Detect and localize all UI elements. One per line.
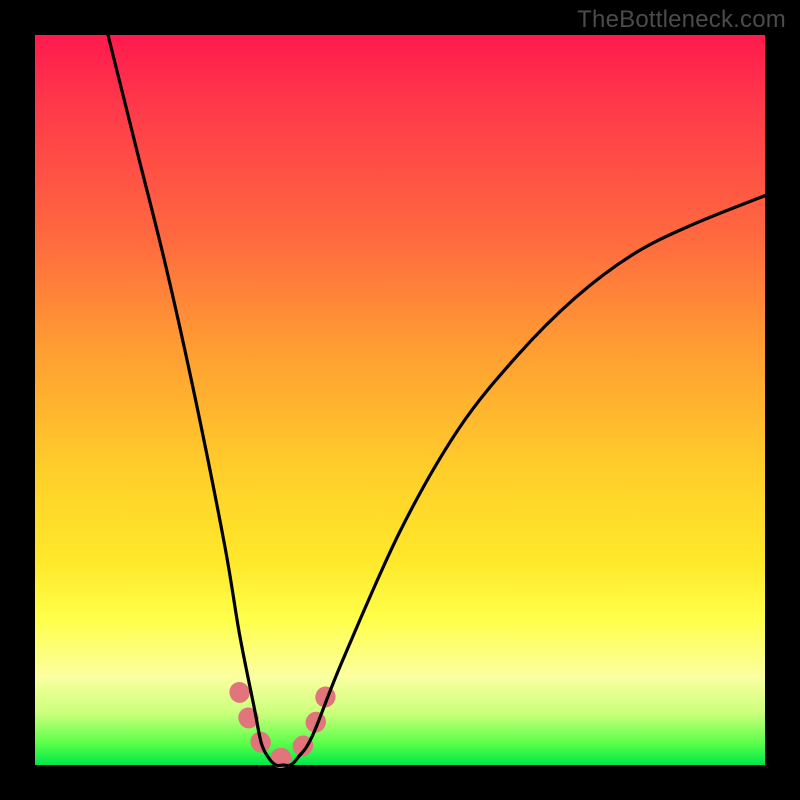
plot-area xyxy=(35,35,765,765)
chart-frame: TheBottleneck.com xyxy=(0,0,800,800)
bottleneck-curve xyxy=(108,35,765,766)
watermark-text: TheBottleneck.com xyxy=(577,6,786,34)
curve-svg xyxy=(35,35,765,765)
